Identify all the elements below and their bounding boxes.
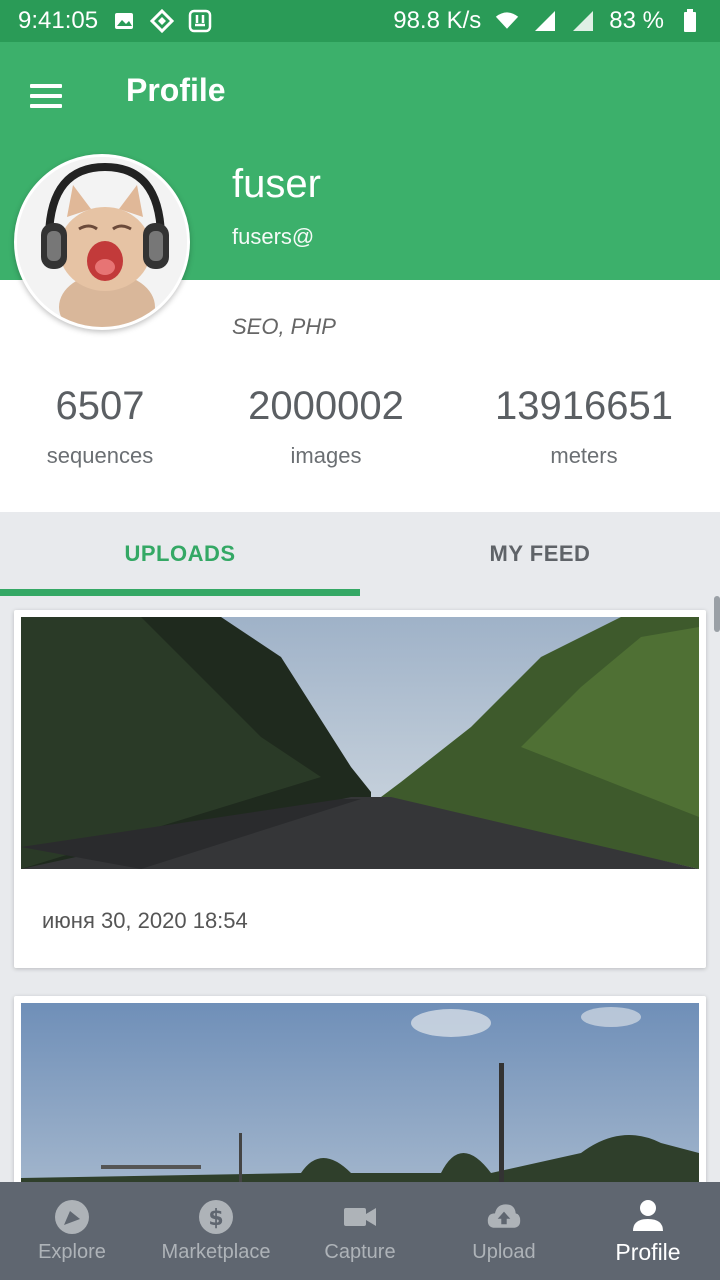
stat-sequences: 6507 sequences — [20, 384, 180, 469]
person-icon — [630, 1197, 666, 1233]
profile-tabs: UPLOADS MY FEED — [0, 512, 720, 596]
nav-explore[interactable]: Explore — [0, 1182, 144, 1280]
stat-images: 2000002 images — [226, 384, 426, 469]
avatar[interactable] — [14, 154, 190, 330]
profile-email: fusers@ — [232, 224, 315, 249]
svg-text:$: $ — [208, 1206, 223, 1231]
battery-icon — [678, 9, 702, 33]
nav-upload[interactable]: Upload — [432, 1182, 576, 1280]
hamburger-menu-icon[interactable] — [30, 76, 70, 116]
nav-marketplace[interactable]: $ Marketplace — [144, 1182, 288, 1280]
nav-label: Explore — [38, 1240, 106, 1263]
stat-meters: 13916651 meters — [474, 384, 694, 469]
bottom-navigation: Explore $ Marketplace Capture Upload Pro… — [0, 1182, 720, 1280]
diamond-icon — [150, 9, 175, 33]
network-speed: 98.8 K/s — [393, 7, 482, 34]
download-icon — [188, 9, 212, 33]
stat-label: meters — [550, 443, 618, 468]
tab-my-feed[interactable]: MY FEED — [360, 512, 720, 596]
dollar-icon: $ — [198, 1199, 234, 1235]
profile-username: fuser — [232, 162, 321, 206]
upload-card[interactable] — [14, 996, 706, 1182]
video-camera-icon — [342, 1199, 378, 1235]
stat-value: 2000002 — [248, 384, 404, 428]
compass-icon — [54, 1199, 90, 1235]
uploads-feed[interactable]: июня 30, 2020 18:54 — [0, 596, 720, 1182]
signal-icon — [533, 9, 557, 33]
nav-label: Upload — [472, 1240, 536, 1263]
battery-percent: 83 % — [609, 7, 664, 34]
stat-value: 6507 — [55, 384, 145, 428]
scrollbar[interactable] — [714, 596, 720, 632]
profile-tags: SEO, PHP — [232, 314, 336, 339]
wifi-icon — [495, 9, 519, 33]
image-icon — [112, 9, 136, 33]
status-time: 9:41:05 — [18, 7, 99, 34]
nav-label: Profile — [615, 1238, 681, 1265]
tab-indicator — [0, 589, 360, 596]
cloud-upload-icon — [486, 1199, 522, 1235]
signal-icon — [571, 9, 595, 33]
sky-photo-icon — [21, 1003, 699, 1182]
stat-value: 13916651 — [495, 384, 673, 428]
nav-profile[interactable]: Profile — [576, 1182, 720, 1280]
cat-avatar-icon — [17, 157, 187, 327]
upload-card[interactable]: июня 30, 2020 18:54 — [14, 610, 706, 968]
nav-label: Marketplace — [161, 1240, 271, 1263]
stat-label: images — [290, 443, 362, 468]
road-photo-icon — [21, 617, 699, 869]
tab-uploads[interactable]: UPLOADS — [0, 512, 360, 596]
upload-date: июня 30, 2020 18:54 — [42, 908, 248, 933]
page-title: Profile — [126, 72, 226, 108]
status-bar: 9:41:05 98.8 K/s 83 % — [0, 0, 720, 42]
stat-label: sequences — [46, 443, 154, 468]
nav-label: Capture — [324, 1240, 396, 1263]
nav-capture[interactable]: Capture — [288, 1182, 432, 1280]
